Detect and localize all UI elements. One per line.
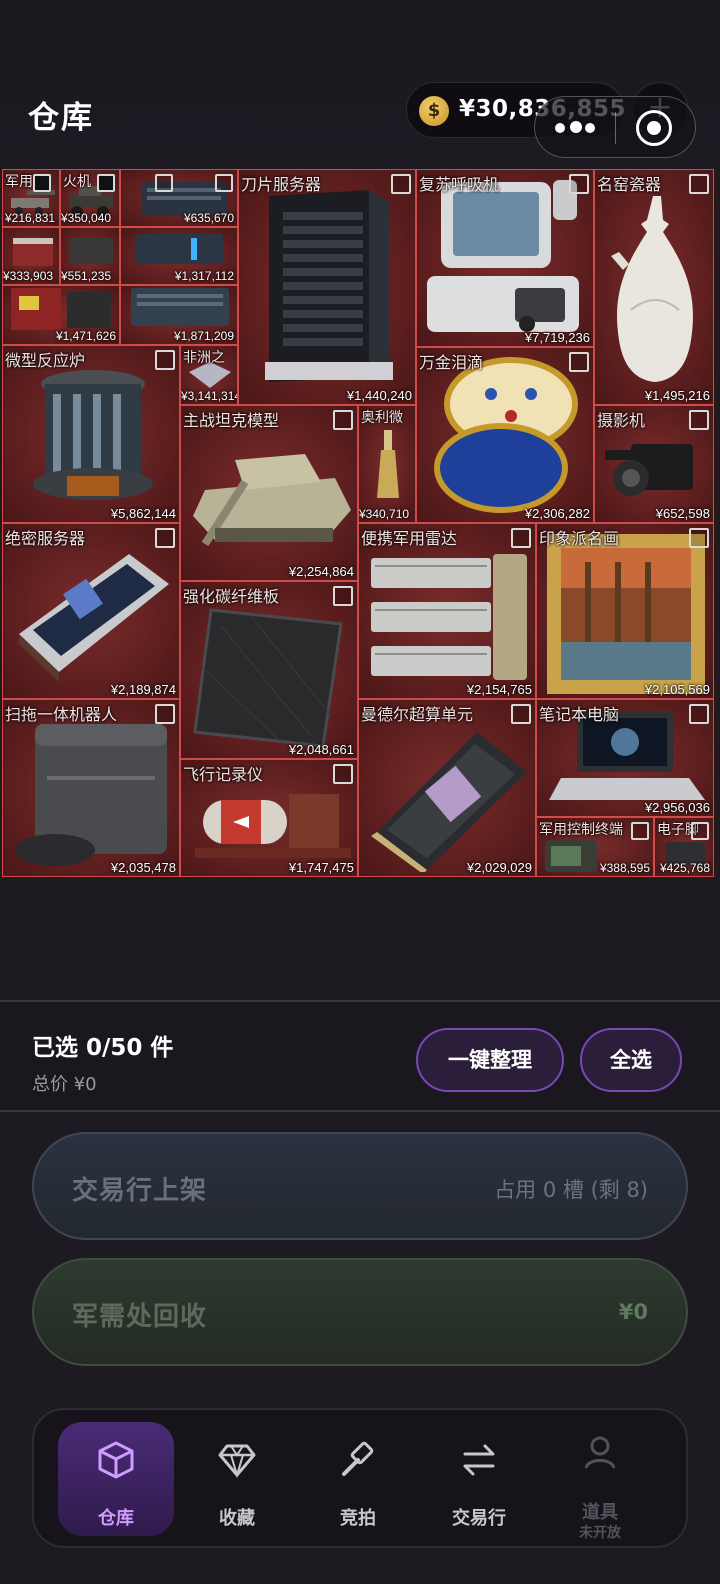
inventory-item[interactable]: 摄影机 ¥652,598 (594, 405, 714, 523)
inventory-item[interactable]: ¥551,235 (60, 227, 120, 285)
hammer-icon (342, 1441, 374, 1476)
select-checkbox[interactable] (689, 704, 709, 724)
select-checkbox[interactable] (689, 410, 709, 430)
select-checkbox[interactable] (689, 174, 709, 194)
nav-items: 道具 未开放 (542, 1422, 658, 1541)
select-checkbox[interactable] (333, 764, 353, 784)
inventory-item[interactable]: 主战坦克模型 ¥2,254,864 (180, 405, 358, 581)
carbon-plate-icon (193, 608, 343, 748)
select-checkbox[interactable] (691, 822, 709, 840)
select-checkbox[interactable] (333, 586, 353, 606)
inventory-item[interactable]: 军用控制终端 ¥388,595 (536, 817, 654, 877)
select-checkbox[interactable] (511, 704, 531, 724)
select-checkbox[interactable] (689, 528, 709, 548)
rack-icon (131, 288, 229, 326)
inventory-item[interactable]: 奥利微 ¥340,710 (358, 405, 416, 523)
selected-count: 已选 0/50 件 (32, 1035, 174, 1061)
select-checkbox[interactable] (631, 822, 649, 840)
ventilator-icon (427, 180, 579, 332)
inventory-item[interactable]: 印象派名画 ¥2,105,569 (536, 523, 714, 699)
recycle-label: 军需处回收 (72, 1302, 208, 1332)
inventory-item[interactable]: ¥1,317,112 (120, 227, 238, 285)
nav-auction[interactable]: 竞拍 (300, 1422, 416, 1536)
select-checkbox[interactable] (33, 174, 51, 192)
inventory-item[interactable]: 笔记本电脑 ¥2,956,036 (536, 699, 714, 817)
nav-market[interactable]: 交易行 (421, 1422, 537, 1536)
case-icon (69, 238, 113, 264)
battery-icon (135, 234, 223, 264)
inventory-item[interactable]: 便携军用雷达 ¥2,154,765 (358, 523, 536, 699)
recycle-button[interactable]: 军需处回收 ¥0 (32, 1258, 688, 1366)
select-checkbox[interactable] (511, 528, 531, 548)
total-price: 总价 ¥0 (32, 1074, 97, 1095)
select-checkbox[interactable] (569, 352, 589, 372)
inventory-item[interactable]: 曼德尔超算单元 ¥2,029,029 (358, 699, 536, 877)
gpu-icon (371, 732, 527, 872)
inventory-item[interactable]: 火机 ¥350,040 (60, 169, 120, 227)
select-checkbox[interactable] (155, 528, 175, 548)
slot-usage: 占用 0 槽 (剩 8) (494, 1178, 648, 1202)
inventory-item[interactable]: 非洲之 ¥3,141,314 (180, 345, 238, 405)
inventory-item[interactable]: ¥1,471,626 (2, 285, 120, 345)
bottle-icon (377, 430, 399, 498)
recycle-value: ¥0 (618, 1300, 648, 1324)
select-checkbox[interactable] (333, 410, 353, 430)
inventory-item[interactable]: 万金泪滴 ¥2,306,282 (416, 347, 594, 523)
inventory-grid: 军用 ¥216,831 火机 ¥350,040 ¥635,670 ¥333,90… (2, 169, 718, 877)
select-checkbox[interactable] (215, 174, 233, 192)
inventory-item[interactable]: ¥333,903 (2, 227, 60, 285)
selection-summary: 已选 0/50 件 总价 ¥0 一键整理 全选 (0, 1000, 720, 1112)
inventory-item[interactable]: ¥1,871,209 (120, 285, 238, 345)
inventory-item[interactable]: 复苏呼吸机 ¥7,719,236 (416, 169, 594, 347)
user-icon (584, 1436, 616, 1469)
crate-icon (11, 288, 111, 330)
inventory-item[interactable]: 扫拖一体机器人 ¥2,035,478 (2, 699, 180, 877)
select-checkbox[interactable] (155, 704, 175, 724)
more-options-icon[interactable] (555, 121, 595, 135)
reactor-icon (33, 370, 153, 500)
select-checkbox[interactable] (155, 174, 173, 192)
inventory-item[interactable]: 飞行记录仪 ¥1,747,475 (180, 759, 358, 877)
nav-collection[interactable]: 收藏 (179, 1422, 295, 1536)
painting-icon (547, 534, 705, 694)
select-all-button[interactable]: 全选 (580, 1028, 682, 1092)
list-on-market-label: 交易行上架 (72, 1176, 208, 1206)
coin-icon: $ (419, 96, 449, 126)
select-checkbox[interactable] (155, 350, 175, 370)
inventory-item[interactable]: ¥635,670 (120, 169, 238, 227)
camera-icon (605, 444, 693, 496)
inventory-item[interactable]: 刀片服务器 ¥1,440,240 (238, 169, 416, 405)
terminal-icon (545, 840, 597, 872)
nav-warehouse[interactable]: 仓库 (58, 1422, 174, 1536)
bottom-nav: 仓库 收藏 竞拍 交易行 道具 未开放 (32, 1408, 688, 1548)
inventory-item[interactable]: 绝密服务器 ¥2,189,874 (2, 523, 180, 699)
capsule-divider (615, 112, 616, 144)
jeweled-egg-icon (434, 357, 578, 513)
inventory-item[interactable]: 强化碳纤维板 ¥2,048,661 (180, 581, 358, 759)
mini-program-capsule (534, 96, 696, 158)
select-checkbox[interactable] (391, 174, 411, 194)
organize-button[interactable]: 一键整理 (416, 1028, 564, 1092)
select-checkbox[interactable] (569, 174, 589, 194)
open-server-icon (19, 554, 169, 682)
diamond-icon (218, 1444, 256, 1479)
blade-server-icon (265, 190, 393, 382)
select-checkbox[interactable] (97, 174, 115, 192)
close-mini-program-icon[interactable] (636, 110, 672, 146)
inventory-item[interactable]: 军用 ¥216,831 (2, 169, 60, 227)
list-on-market-button[interactable]: 交易行上架 占用 0 槽 (剩 8) (32, 1132, 688, 1240)
inventory-item[interactable]: 微型反应炉 ¥5,862,144 (2, 345, 180, 523)
inventory-item[interactable]: 电子脚 ¥425,768 (654, 817, 714, 877)
radar-icon (371, 554, 527, 680)
toolbox-icon (13, 238, 53, 266)
mop-robot-icon (15, 724, 167, 866)
cube-icon (98, 1441, 134, 1479)
tank-icon (193, 454, 351, 547)
inventory-item[interactable]: 名窑瓷器 ¥1,495,216 (594, 169, 714, 405)
page-title: 仓库 (28, 100, 94, 136)
swap-icon (463, 1444, 495, 1476)
porcelain-vase-icon (611, 196, 693, 382)
